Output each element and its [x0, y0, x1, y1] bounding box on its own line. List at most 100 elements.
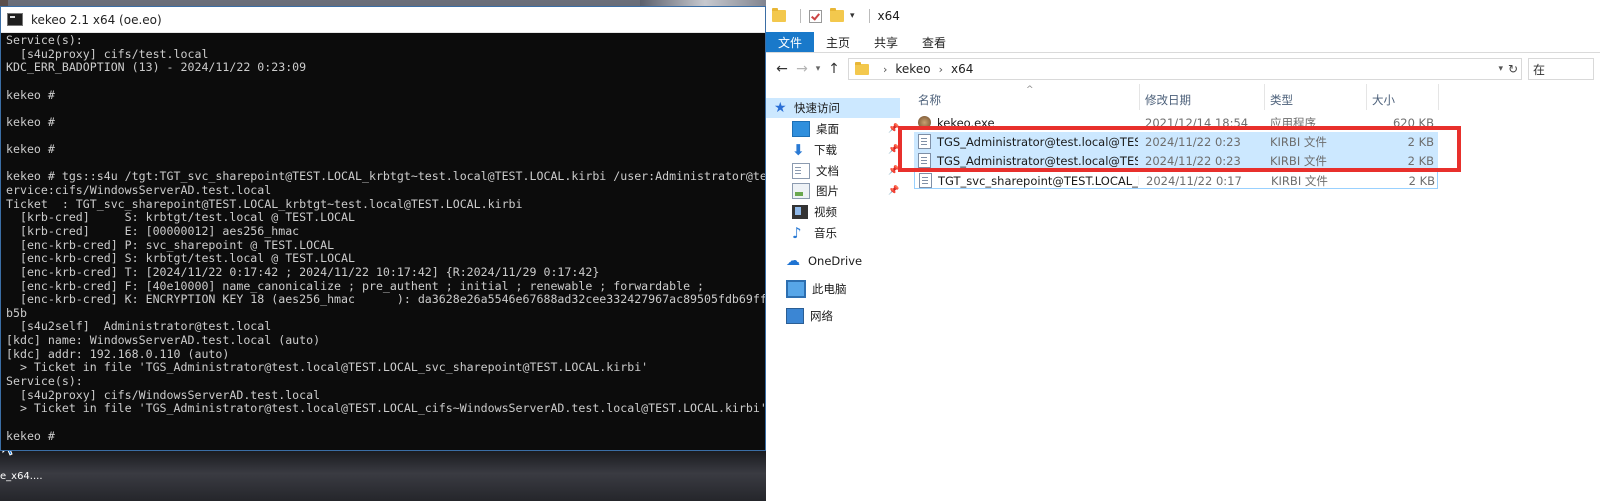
nav-item-label: 视频	[814, 205, 837, 219]
desktop-background-bottom	[0, 451, 766, 501]
forward-arrow-icon[interactable]: →	[792, 58, 812, 80]
column-label: 类型	[1270, 93, 1293, 107]
column-divider[interactable]	[1139, 84, 1140, 110]
console-window[interactable]: kekeo 2.1 x64 (oe.eo) Service(s): [s4u2p…	[0, 6, 766, 451]
console-line: [kdc] addr: 192.168.0.110 (auto)	[6, 346, 230, 361]
console-line: Service(s):	[6, 374, 83, 389]
console-output[interactable]: Service(s): [s4u2proxy] cifs/test.local K…	[1, 33, 765, 450]
desktop-shortcut-label[interactable]: e_x64....	[0, 471, 43, 482]
column-divider[interactable]	[1264, 84, 1265, 110]
console-line: [kdc] name: WindowsServerAD.test.local (…	[6, 333, 321, 348]
nav-item-pictures[interactable]: 图片 📌	[792, 181, 906, 201]
column-header-name[interactable]: 名称 ^	[918, 85, 1034, 112]
console-line: [krb-cred] E: [00000012] aes256_hmac	[6, 223, 300, 238]
console-line: [enc-krb-cred] K: ENCRYPTION KEY 18 (aes…	[6, 292, 765, 307]
nav-item-videos[interactable]: 视频	[792, 202, 837, 222]
file-row[interactable]: TGS_Administrator@test.local@TEST.... 20…	[914, 151, 1438, 170]
pin-icon[interactable]: 📌	[888, 186, 899, 196]
tab-file[interactable]: 文件	[766, 32, 815, 52]
address-bar[interactable]: › kekeo › x64 ▾ ↻	[848, 58, 1522, 80]
application-icon	[918, 116, 931, 129]
file-size: 2 KB	[1407, 134, 1434, 149]
file-name: TGT_svc_sharepoint@TEST.LOCAL_kr...	[938, 173, 1139, 188]
console-titlebar[interactable]: kekeo 2.1 x64 (oe.eo)	[1, 7, 765, 33]
file-row[interactable]: TGS_Administrator@test.local@TEST.... 20…	[914, 132, 1438, 151]
console-icon	[7, 13, 23, 26]
breadcrumb-chevron-icon[interactable]: ›	[883, 63, 887, 76]
up-arrow-icon[interactable]: ↑	[824, 58, 844, 80]
explorer-content: ★ 快速访问 桌面 📌 ⬇ 下载 📌 文档 📌 图片 📌 视频 ♪ 音乐 ☁ O…	[766, 84, 1600, 501]
nav-item-network[interactable]: 网络	[786, 306, 833, 326]
cloud-icon: ☁	[786, 253, 800, 269]
nav-item-onedrive[interactable]: ☁ OneDrive	[786, 251, 862, 271]
download-icon: ⬇	[792, 141, 805, 159]
file-name: TGS_Administrator@test.local@TEST....	[937, 134, 1138, 149]
tab-share[interactable]: 共享	[862, 32, 910, 52]
file-size: 2 KB	[1408, 173, 1435, 188]
kirbi-file-icon	[918, 153, 931, 168]
file-name: TGS_Administrator@test.local@TEST....	[937, 153, 1138, 168]
navigation-pane: ★ 快速访问 桌面 📌 ⬇ 下载 📌 文档 📌 图片 📌 视频 ♪ 音乐 ☁ O…	[766, 84, 906, 501]
nav-item-label: 图片	[816, 184, 839, 198]
ribbon-tabs: 文件 主页 共享 查看	[766, 32, 1600, 52]
column-label: 名称	[918, 93, 941, 107]
desktop-icon	[792, 121, 810, 137]
column-header-size[interactable]: 大小	[1372, 88, 1395, 112]
picture-icon	[792, 183, 810, 199]
search-box[interactable]: 在	[1528, 58, 1594, 80]
pin-icon[interactable]: 📌	[888, 145, 899, 155]
back-arrow-icon[interactable]: ←	[772, 58, 792, 80]
nav-item-quick-access[interactable]: ★ 快速访问	[766, 98, 900, 118]
column-divider[interactable]	[1438, 84, 1439, 110]
breadcrumb-x64[interactable]: x64	[951, 62, 973, 76]
nav-item-this-pc[interactable]: 此电脑	[786, 279, 847, 299]
console-line: [s4u2proxy] cifs/WindowsServerAD.test.lo…	[6, 387, 321, 402]
nav-item-documents[interactable]: 文档 📌	[792, 161, 906, 181]
nav-item-label: 文档	[816, 164, 839, 178]
console-line: Service(s):	[6, 33, 83, 47]
document-icon	[792, 163, 810, 179]
music-note-icon: ♪	[792, 224, 802, 242]
file-explorer-window[interactable]: ▾ x64 文件 主页 共享 查看 ← → ▾ ↑ › kekeo › x64 …	[766, 0, 1600, 501]
nav-item-downloads[interactable]: ⬇ 下载 📌	[792, 140, 906, 160]
console-line: kekeo #	[6, 428, 55, 443]
column-divider[interactable]	[1366, 84, 1367, 110]
pin-icon[interactable]: 📌	[888, 124, 899, 134]
console-line: ervice:cifs/WindowsServerAD.test.local	[6, 183, 272, 198]
quick-access-dropdown-icon[interactable]: ▾	[850, 11, 855, 21]
console-line: [enc-krb-cred] S: krbtgt/test.local @ TE…	[6, 251, 356, 266]
console-line: kekeo #	[6, 114, 55, 129]
file-list: 名称 ^ 修改日期 类型 大小 kekeo.exe 2021/12/14 18:…	[914, 84, 1600, 501]
pin-icon[interactable]: 📌	[888, 166, 899, 176]
sort-ascending-icon: ^	[1026, 85, 1034, 95]
tab-view[interactable]: 查看	[910, 32, 958, 52]
new-folder-icon[interactable]	[830, 8, 844, 22]
properties-icon[interactable]	[809, 9, 822, 23]
column-header-type[interactable]: 类型	[1270, 88, 1293, 112]
file-modified: 2021/12/14 18:54	[1145, 115, 1249, 130]
console-line: [enc-krb-cred] T: [2024/11/22 0:17:42 ; …	[6, 264, 600, 279]
file-name: kekeo.exe	[937, 115, 995, 130]
column-header-modified[interactable]: 修改日期	[1145, 88, 1191, 112]
recent-locations-chevron-icon[interactable]: ▾	[812, 58, 824, 80]
explorer-titlebar[interactable]: ▾ x64	[766, 0, 1600, 32]
console-line: [enc-krb-cred] P: svc_sharepoint @ TEST.…	[6, 237, 335, 252]
tab-home[interactable]: 主页	[814, 32, 862, 52]
star-icon: ★	[774, 100, 787, 116]
computer-icon	[786, 280, 806, 298]
file-type: KIRBI 文件	[1271, 173, 1328, 188]
file-row[interactable]: kekeo.exe 2021/12/14 18:54 应用程序 620 KB	[914, 113, 1438, 132]
file-type: KIRBI 文件	[1270, 153, 1327, 168]
nav-item-music[interactable]: ♪ 音乐	[792, 223, 837, 243]
console-line: [enc-krb-cred] F: [40e10000] name_canoni…	[6, 278, 705, 293]
nav-item-desktop[interactable]: 桌面 📌	[792, 119, 906, 139]
console-line: KDC_ERR_BADOPTION (13) - 2024/11/22 0:23…	[6, 60, 307, 75]
breadcrumb-chevron-icon[interactable]: ›	[939, 63, 943, 76]
address-dropdown-icon[interactable]: ▾	[1498, 64, 1503, 74]
breadcrumb-kekeo[interactable]: kekeo	[895, 62, 930, 76]
file-row[interactable]: TGT_svc_sharepoint@TEST.LOCAL_kr... 2024…	[914, 170, 1438, 189]
refresh-icon[interactable]: ↻	[1508, 62, 1518, 76]
